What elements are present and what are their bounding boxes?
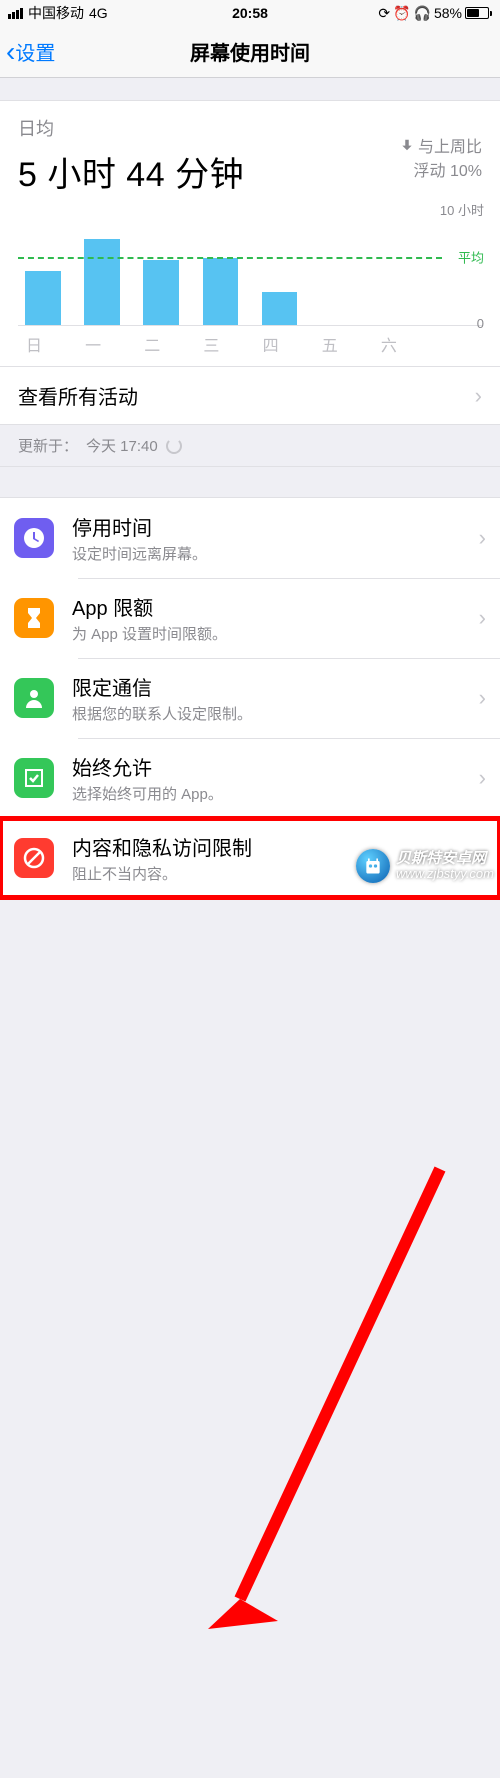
daily-avg-label: 日均 [18,115,244,141]
setting-subtitle: 选择始终可用的 App。 [72,783,479,804]
x-axis-label: 三 [195,332,254,356]
x-axis-label: 一 [77,332,136,356]
nav-bar: ‹ 设置 屏幕使用时间 [0,26,500,78]
usage-chart[interactable]: 10 小时 0 平均 日一二三四五六 [0,196,500,366]
setting-row-hourglass[interactable]: App 限额为 App 设置时间限额。› [0,578,500,658]
average-label: 平均 [458,247,484,266]
setting-subtitle: 设定时间远离屏幕。 [72,543,479,564]
chevron-right-icon: › [479,685,486,711]
watermark-line2: www.zjbstyy.com [396,867,494,881]
trend-label: 与上周比 [418,133,482,157]
average-line [18,257,442,259]
chart-bar [203,258,238,325]
battery-icon [465,7,492,19]
chevron-right-icon: › [475,383,482,409]
chart-bar [84,239,119,325]
chevron-right-icon: › [479,765,486,791]
y-axis-top-label: 10 小时 [440,200,484,219]
chevron-left-icon: ‹ [6,38,15,66]
back-label: 设置 [15,37,55,66]
setting-title: App 限额 [72,592,479,621]
down-arrow-icon [400,138,414,152]
x-axis-label: 五 [314,332,373,356]
daily-avg-value: 5 小时 44 分钟 [18,147,244,196]
setting-subtitle: 为 App 设置时间限额。 [72,623,479,644]
setting-row-check[interactable]: 始终允许选择始终可用的 App。› [0,738,500,818]
chart-bar [25,271,60,325]
chart-bar [143,260,178,325]
hourglass-icon [14,598,54,638]
trend-block: 与上周比 浮动 10% [400,133,482,181]
updated-value: 今天 17:40 [86,435,158,456]
status-time: 20:58 [232,5,268,21]
network-label: 4G [89,5,108,21]
chart-bar [262,292,297,325]
usage-summary-card: 日均 5 小时 44 分钟 与上周比 浮动 10% 10 小时 0 平均 日一二… [0,100,500,467]
chevron-right-icon: › [479,605,486,631]
alarm-icon: ⏰ [393,5,410,22]
setting-subtitle: 根据您的联系人设定限制。 [72,703,479,724]
watermark-line1: 贝斯特安卓网 [396,851,494,868]
setting-title: 限定通信 [72,672,479,701]
page-title: 屏幕使用时间 [190,37,310,66]
x-axis-label: 二 [136,332,195,356]
carrier-label: 中国移动 [28,3,84,23]
x-axis-label: 六 [373,332,432,356]
watermark: 贝斯特安卓网 www.zjbstyy.com [356,849,494,883]
settings-list: 停用时间设定时间远离屏幕。›App 限额为 App 设置时间限额。›限定通信根据… [0,497,500,899]
block-icon [14,838,54,878]
setting-row-downtime[interactable]: 停用时间设定时间远离屏幕。› [0,498,500,578]
updated-prefix: 更新于： [18,435,78,456]
signal-icon [8,8,23,19]
setting-row-contact[interactable]: 限定通信根据您的联系人设定限制。› [0,658,500,738]
loading-spinner-icon [166,438,182,454]
battery-pct: 58% [434,5,462,21]
headphone-icon: 🎧 [414,5,431,22]
chevron-right-icon: › [479,525,486,551]
status-bar: 中国移动 4G 20:58 ⟳ ⏰ 🎧 58% [0,0,500,26]
setting-title: 停用时间 [72,512,479,541]
lock-icon: ⟳ [378,5,390,22]
x-axis-label: 日 [18,332,77,356]
y-axis-bottom-label: 0 [477,316,484,331]
checkbox-icon [14,758,54,798]
see-all-activity-label: 查看所有活动 [18,381,475,410]
updated-at-row: 更新于： 今天 17:40 [0,424,500,466]
see-all-activity-row[interactable]: 查看所有活动 › [0,366,500,424]
back-button[interactable]: ‹ 设置 [0,37,55,66]
x-axis: 日一二三四五六 [18,332,482,356]
setting-title: 始终允许 [72,752,479,781]
trend-value: 浮动 10% [400,157,482,181]
watermark-logo-icon [356,849,390,883]
clock-icon [14,518,54,558]
contact-icon [14,678,54,718]
annotation-arrow [0,899,500,1778]
x-axis-label: 四 [255,332,314,356]
